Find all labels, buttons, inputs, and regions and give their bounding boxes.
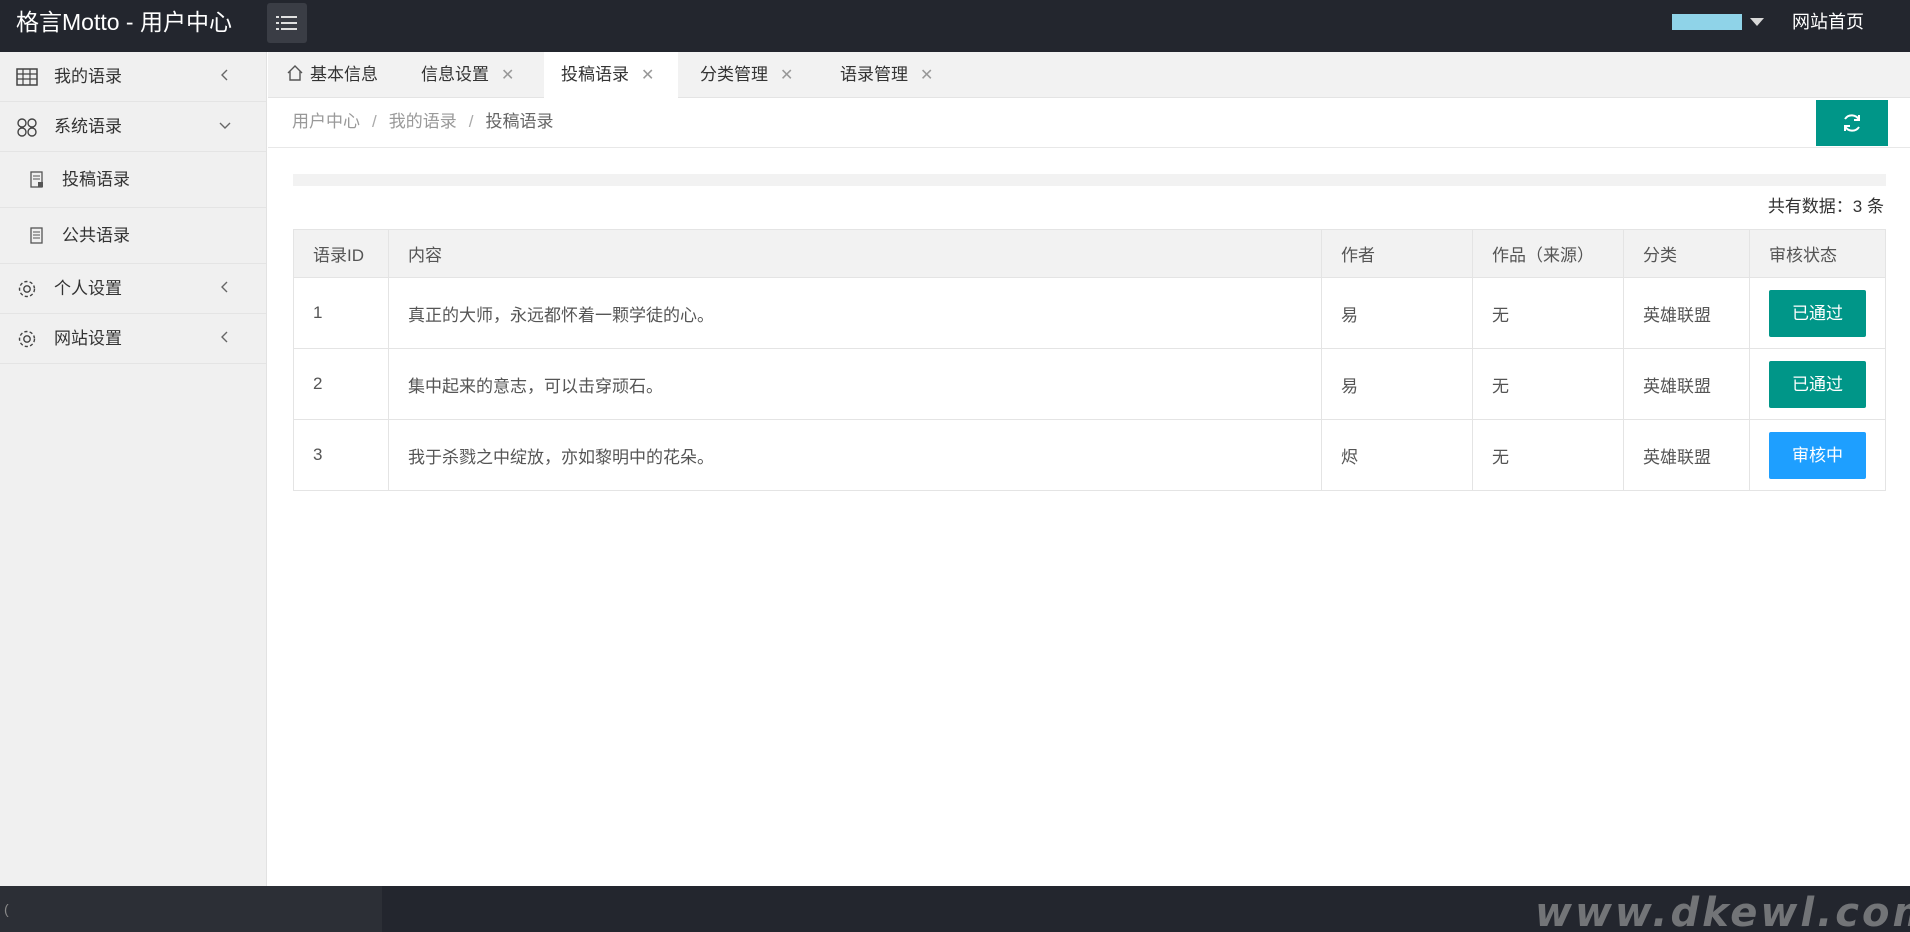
gear-icon [18,330,36,348]
sidebar-item-public-quotes[interactable]: 公共语录 [0,208,266,264]
apps-icon [17,118,37,137]
cell-category: 英雄联盟 [1623,348,1750,420]
tab-label: 信息设置 [421,65,489,84]
column-header-status: 审核状态 [1749,229,1886,278]
document-icon [30,227,43,244]
sidebar-item-label: 公共语录 [62,226,130,245]
sidebar-toggle-button[interactable] [267,3,307,43]
cell-author: 烬 [1321,419,1473,491]
tab-category-management[interactable]: 分类管理 ✕ [700,52,793,98]
close-icon[interactable]: ✕ [920,53,933,99]
cell-author: 易 [1321,277,1473,349]
quotes-table: 语录ID 内容 作者 作品（来源） 分类 审核状态 1 真正的大师，永远都怀着一… [293,229,1886,491]
column-header-author: 作者 [1321,229,1473,278]
refresh-icon [1844,114,1860,132]
sidebar-item-label: 个人设置 [54,279,122,298]
tab-quote-management[interactable]: 语录管理 ✕ [840,52,933,98]
close-icon[interactable]: ✕ [501,53,514,99]
breadcrumb-item-user-center[interactable]: 用户中心 [292,112,360,131]
cell-work: 无 [1472,348,1624,420]
cell-status: 已通过 [1749,348,1886,420]
cell-status: 已通过 [1749,277,1886,349]
table-row: 2 集中起来的意志，可以击穿顽石。 易 无 英雄联盟 已通过 [293,348,1886,420]
chevron-left-icon [221,69,228,81]
tab-bar: 基本信息 信息设置 ✕ 投稿语录 ✕ 分类管理 ✕ 语录管理 ✕ [268,52,1910,99]
tab-label: 基本信息 [310,65,378,84]
footer-text: ( [0,886,382,932]
cell-work: 无 [1472,277,1624,349]
breadcrumb-item-my-quotes[interactable]: 我的语录 [389,112,457,131]
breadcrumb-separator: / [468,112,474,131]
sidebar-item-system-quotes[interactable]: 系统语录 [0,102,266,152]
list-menu-icon [276,16,297,30]
sidebar-item-personal-settings[interactable]: 个人设置 [0,264,266,314]
close-icon[interactable]: ✕ [641,53,654,99]
cell-category: 英雄联盟 [1623,419,1750,491]
table-icon [16,68,38,86]
top-header: 格言Motto - 用户中心 网站首页 [0,0,1910,52]
cell-content: 我于杀戮之中绽放，亦如黎明中的花朵。 [388,419,1322,491]
column-header-content: 内容 [388,229,1322,278]
sidebar-item-label: 网站设置 [54,329,122,348]
progress-strip [293,174,1886,186]
sidebar-item-site-settings[interactable]: 网站设置 [0,314,266,364]
cell-content: 真正的大师，永远都怀着一颗学徒的心。 [388,277,1322,349]
sidebar-item-my-quotes[interactable]: 我的语录 [0,52,266,102]
tab-label: 分类管理 [700,65,768,84]
user-menu[interactable] [1672,12,1764,32]
cell-content: 集中起来的意志，可以击穿顽石。 [388,348,1322,420]
sidebar-item-label: 系统语录 [54,117,122,136]
caret-down-icon [1750,18,1764,26]
home-icon [287,65,303,81]
breadcrumb-item-current: 投稿语录 [485,112,554,131]
column-header-category: 分类 [1623,229,1750,278]
table-row: 1 真正的大师，永远都怀着一颗学徒的心。 易 无 英雄联盟 已通过 [293,277,1886,349]
table-header-row: 语录ID 内容 作者 作品（来源） 分类 审核状态 [293,229,1886,278]
chevron-left-icon [221,281,228,293]
cell-category: 英雄联盟 [1623,277,1750,349]
sidebar-item-label: 投稿语录 [62,170,130,189]
column-header-work: 作品（来源） [1472,229,1624,278]
app-title: 格言Motto - 用户中心 [16,9,232,35]
chevron-down-icon [219,122,231,129]
cell-author: 易 [1321,348,1473,420]
table-row: 3 我于杀戮之中绽放，亦如黎明中的花朵。 烬 无 英雄联盟 审核中 [293,419,1886,491]
sidebar-item-submitted-quotes[interactable]: 投稿语录 [0,152,266,208]
tab-label: 语录管理 [840,65,908,84]
refresh-button[interactable] [1816,100,1888,146]
status-approved-button[interactable]: 已通过 [1769,289,1866,337]
tab-label: 投稿语录 [561,65,629,84]
document-icon [30,171,43,188]
tab-submitted-quotes[interactable]: 投稿语录 ✕ [544,52,678,99]
cell-id: 2 [293,348,389,420]
status-approved-button[interactable]: 已通过 [1769,360,1866,408]
breadcrumb: 用户中心 / 我的语录 / 投稿语录 [292,98,553,146]
breadcrumb-bar: 用户中心 / 我的语录 / 投稿语录 [268,98,1910,148]
breadcrumb-separator: / [372,112,377,131]
column-header-id: 语录ID [293,229,389,278]
cell-id: 3 [293,419,389,491]
gear-icon [18,280,36,298]
sidebar-item-label: 我的语录 [54,67,122,86]
tab-info-settings[interactable]: 信息设置 ✕ [421,52,514,98]
chevron-left-icon [221,331,228,343]
watermark: www.dkewl.com [1535,890,1910,932]
cell-work: 无 [1472,419,1624,491]
status-pending-button[interactable]: 审核中 [1769,431,1866,479]
user-name [1672,14,1742,30]
site-home-link[interactable]: 网站首页 [1792,0,1864,44]
total-count: 共有数据：3 条 [1767,197,1884,216]
close-icon[interactable]: ✕ [780,53,793,99]
cell-id: 1 [293,277,389,349]
tab-basic-info[interactable]: 基本信息 [286,52,378,98]
sidebar: 我的语录 系统语录 投稿语录 公共语录 个人设置 网站设置 [0,52,267,886]
cell-status: 审核中 [1749,419,1886,491]
